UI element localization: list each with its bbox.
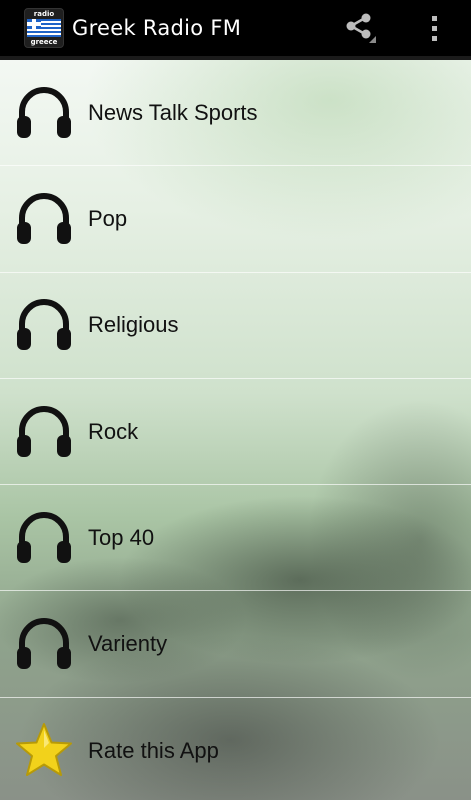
- list-item-label: Top 40: [88, 524, 155, 550]
- headphones-icon: [12, 612, 76, 676]
- overflow-menu-icon: [431, 15, 437, 41]
- content-area: News Talk Sports Pop Religious Rock Top …: [0, 60, 471, 800]
- headphones-icon: [12, 81, 76, 145]
- list-item-label: Varienty: [88, 631, 168, 657]
- app-icon-text-bottom: greece: [30, 38, 58, 46]
- share-icon: [346, 13, 376, 43]
- headphones-icon: [12, 187, 76, 251]
- list-item-top-40[interactable]: Top 40: [0, 485, 471, 592]
- action-bar: radio greece Greek Radio FM: [0, 0, 471, 56]
- category-list: News Talk Sports Pop Religious Rock Top …: [0, 60, 471, 800]
- list-item-rock[interactable]: Rock: [0, 379, 471, 486]
- list-item-religious[interactable]: Religious: [0, 273, 471, 379]
- list-item-news-talk-sports[interactable]: News Talk Sports: [0, 60, 471, 167]
- list-item-label: News Talk Sports: [88, 99, 258, 125]
- headphones-icon: [12, 400, 76, 464]
- app-icon-text-top: radio: [33, 10, 55, 18]
- list-item-pop[interactable]: Pop: [0, 166, 471, 273]
- share-button[interactable]: [338, 8, 382, 48]
- headphones-icon: [12, 293, 76, 357]
- app-title: Greek Radio FM: [72, 16, 242, 40]
- overflow-menu-button[interactable]: [414, 8, 454, 48]
- headphones-icon: [12, 506, 76, 570]
- list-item-label: Pop: [88, 205, 128, 231]
- list-item-rate-app[interactable]: Rate this App: [0, 698, 471, 800]
- list-item-varienty[interactable]: Varienty: [0, 591, 471, 698]
- list-item-label: Rate this App: [88, 737, 219, 763]
- greek-flag-icon: [27, 19, 61, 37]
- star-icon: [12, 719, 76, 783]
- list-item-label: Rock: [88, 418, 139, 444]
- list-item-label: Religious: [88, 312, 179, 338]
- app-icon[interactable]: radio greece: [24, 8, 64, 48]
